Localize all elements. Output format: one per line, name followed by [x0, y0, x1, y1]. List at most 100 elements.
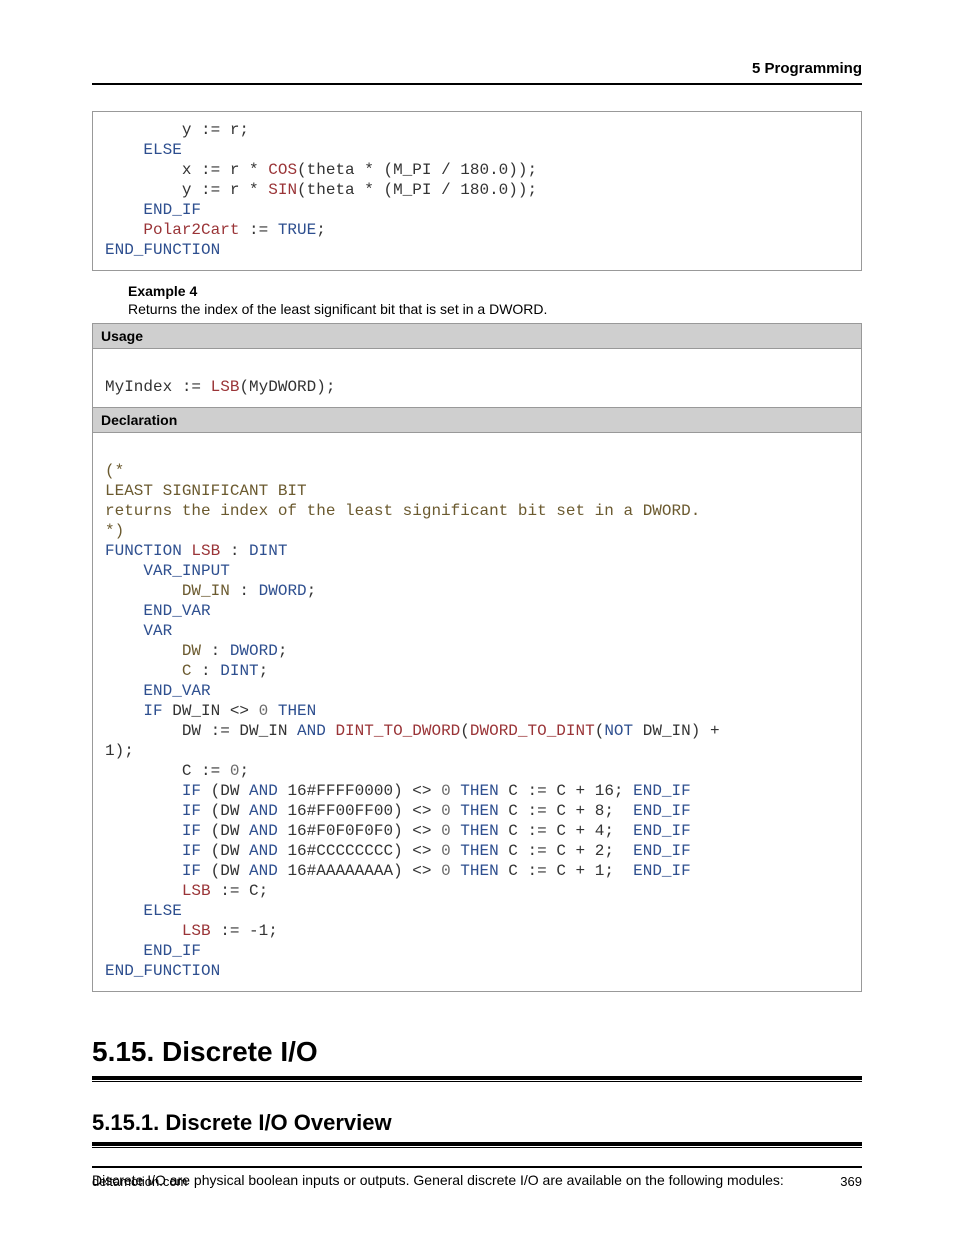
comment: LEAST SIGNIFICANT BIT	[105, 482, 307, 500]
code-text: C := C + 1;	[499, 862, 633, 880]
type-dint: DINT	[220, 662, 258, 680]
code-text: (DW	[201, 862, 249, 880]
code-indent	[105, 141, 143, 159]
code-indent	[105, 882, 182, 900]
keyword-endvar: END_VAR	[105, 602, 211, 620]
keyword-if: IF	[182, 842, 201, 860]
keyword-and: AND	[249, 822, 278, 840]
type-dint: DINT	[249, 542, 287, 560]
code-text: C := C + 2;	[499, 842, 633, 860]
section-rule	[92, 1076, 862, 1082]
code-block-lsb: (* LEAST SIGNIFICANT BIT returns the ind…	[92, 433, 862, 992]
keyword-else: ELSE	[143, 902, 181, 920]
keyword-then: THEN	[451, 822, 499, 840]
var-name: C	[182, 662, 192, 680]
code-text: (DW	[201, 842, 249, 860]
example-4-desc: Returns the index of the least significa…	[128, 301, 862, 317]
code-text: (DW	[201, 822, 249, 840]
code-text: DW := DW_IN	[105, 722, 297, 740]
code-indent	[105, 802, 182, 820]
code-indent	[105, 662, 182, 680]
keyword-endif: END_IF	[143, 942, 201, 960]
keyword-function: FUNCTION	[105, 542, 191, 560]
code-indent	[105, 862, 182, 880]
func-lsb: LSB	[211, 378, 240, 396]
literal: 0	[441, 802, 451, 820]
keyword-if: IF	[182, 822, 201, 840]
keyword-then: THEN	[451, 842, 499, 860]
keyword-and: AND	[249, 862, 278, 880]
code-text: 16#FFFF0000) <>	[278, 782, 441, 800]
keyword-else: ELSE	[143, 141, 181, 159]
page-footer: deltamotion.com 369	[92, 1166, 862, 1189]
code-text: :	[201, 642, 230, 660]
func-sin: SIN	[268, 181, 297, 199]
literal: 0	[259, 702, 269, 720]
code-text: :	[220, 542, 249, 560]
keyword-not: NOT	[604, 722, 633, 740]
code-indent	[105, 922, 182, 940]
keyword-then: THEN	[451, 782, 499, 800]
literal: 0	[441, 822, 451, 840]
code-text: x := r *	[105, 161, 268, 179]
func-lsb: LSB	[182, 882, 211, 900]
footer-page-number: 369	[840, 1174, 862, 1189]
literal: 0	[441, 842, 451, 860]
type-dword: DWORD	[259, 582, 307, 600]
code-text: ;	[259, 662, 269, 680]
keyword-and: AND	[249, 842, 278, 860]
func-name: DWORD_TO_DINT	[470, 722, 595, 740]
keyword-endif: END_IF	[633, 782, 691, 800]
code-text: :	[230, 582, 259, 600]
keyword-endif: END_IF	[633, 822, 691, 840]
code-text: (DW	[201, 802, 249, 820]
type-dword: DWORD	[230, 642, 278, 660]
code-indent	[105, 221, 143, 239]
running-header: 5 Programming	[92, 60, 862, 85]
code-text: :	[191, 662, 220, 680]
code-text: (DW	[201, 782, 249, 800]
code-text: (	[595, 722, 605, 740]
keyword-then: THEN	[451, 862, 499, 880]
code-indent	[105, 842, 182, 860]
var-name: DW_IN	[182, 582, 230, 600]
code-text: ;	[278, 642, 288, 660]
code-text: DW_IN <>	[163, 702, 259, 720]
comment: returns the index of the least significa…	[105, 502, 700, 520]
code-text: ;	[239, 762, 249, 780]
code-indent	[105, 201, 143, 219]
keyword-endvar: END_VAR	[105, 682, 211, 700]
keyword-endif: END_IF	[633, 802, 691, 820]
func-name: DINT_TO_DWORD	[335, 722, 460, 740]
code-text: C := C + 4;	[499, 822, 633, 840]
code-text: 1);	[105, 742, 134, 760]
code-text: ;	[316, 221, 326, 239]
keyword-if: IF	[143, 702, 162, 720]
code-indent	[105, 782, 182, 800]
code-text: 16#F0F0F0F0) <>	[278, 822, 441, 840]
keyword-if: IF	[182, 802, 201, 820]
code-line: y := r;	[105, 121, 249, 139]
func-lsb: LSB	[191, 542, 220, 560]
code-text: 16#AAAAAAAA) <>	[278, 862, 441, 880]
subsection-heading: 5.15.1. Discrete I/O Overview	[92, 1110, 862, 1136]
var-name: DW	[182, 642, 201, 660]
func-cos: COS	[268, 161, 297, 179]
code-text: (theta * (M_PI / 180.0));	[297, 181, 537, 199]
literal: 0	[230, 762, 240, 780]
keyword-and: AND	[249, 802, 278, 820]
code-text: (MyDWORD);	[239, 378, 335, 396]
keyword-then: THEN	[451, 802, 499, 820]
code-text: := C;	[211, 882, 269, 900]
keyword-true: TRUE	[278, 221, 316, 239]
code-text: ;	[307, 582, 317, 600]
subsection-rule	[92, 1142, 862, 1148]
code-text: 16#CCCCCCCC) <>	[278, 842, 441, 860]
code-text: C := C + 8;	[499, 802, 633, 820]
literal: 0	[441, 862, 451, 880]
keyword-and: AND	[297, 722, 326, 740]
code-text: 16#FF00FF00) <>	[278, 802, 441, 820]
keyword-endif: END_IF	[633, 862, 691, 880]
section-heading: 5.15. Discrete I/O	[92, 1036, 862, 1068]
keyword-if: IF	[182, 782, 201, 800]
